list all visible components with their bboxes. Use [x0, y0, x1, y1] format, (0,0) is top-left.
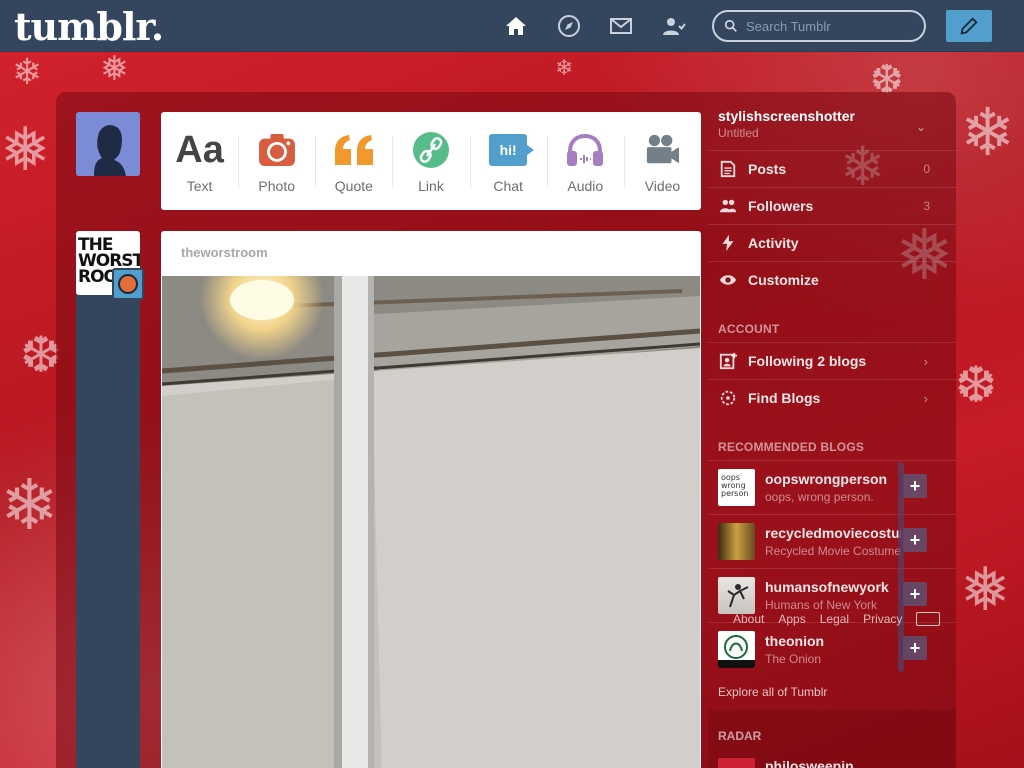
- sidebar-item-customize[interactable]: Customize: [708, 261, 956, 298]
- find-blogs-icon: [718, 388, 738, 408]
- snowflake-decoration: ❅: [0, 115, 51, 185]
- sidebar-blog-title: Untitled: [718, 126, 759, 140]
- footer-links: About Apps Legal Privacy: [733, 612, 902, 626]
- home-icon[interactable]: [503, 13, 529, 39]
- sidebar-scrollbar[interactable]: [898, 462, 904, 672]
- post-blog-name[interactable]: theworstroom: [161, 231, 701, 276]
- post-photo[interactable]: [162, 276, 700, 768]
- radar-blog-name[interactable]: philosweepin: [765, 758, 854, 768]
- recommended-blog[interactable]: recycledmoviecostumes Recycled Movie Cos…: [708, 514, 956, 568]
- following-icon: [718, 351, 738, 371]
- snowflake-decoration: ❆: [955, 356, 997, 414]
- post-type-quote[interactable]: Quote: [315, 112, 392, 210]
- post-type-video[interactable]: Video: [623, 112, 701, 210]
- explore-link[interactable]: Explore all of Tumblr: [718, 685, 827, 699]
- post-avatar-column: [76, 231, 140, 768]
- recommended-blog-avatar: [718, 523, 755, 560]
- messages-envelope-icon[interactable]: [608, 13, 634, 39]
- link-icon: [412, 128, 449, 172]
- sidebar-item-activity[interactable]: Activity: [708, 224, 956, 261]
- account-heading: ACCOUNT: [718, 322, 780, 336]
- recommended-blog[interactable]: oops wrong person oopswrongperson oops, wr…: [708, 460, 956, 514]
- camera-icon: [258, 128, 296, 172]
- pencil-icon: [960, 17, 978, 35]
- followers-icon: [718, 196, 738, 216]
- post-type-chat[interactable]: hi! Chat: [469, 112, 547, 210]
- customize-eye-icon: [718, 270, 738, 290]
- follow-plus-button[interactable]: +: [903, 528, 927, 552]
- quote-icon: [333, 128, 375, 172]
- sidebar-blog-name[interactable]: stylishscreenshotter: [718, 108, 855, 124]
- snowflake-decoration: ❅: [960, 555, 1011, 625]
- post-type-text[interactable]: Aa Text: [161, 112, 238, 210]
- sidebar-item-followers[interactable]: Followers 3: [708, 187, 956, 224]
- explore-compass-icon[interactable]: [556, 13, 582, 39]
- snowflake-decoration: ❄: [960, 94, 1016, 171]
- reblog-source-avatar[interactable]: [112, 268, 144, 300]
- sidebar-item-posts[interactable]: Posts 0: [708, 150, 956, 187]
- basketball-icon: [118, 274, 138, 294]
- footer-link-privacy[interactable]: Privacy: [863, 612, 902, 626]
- recommended-blog-avatar: [718, 631, 755, 668]
- recommended-blog[interactable]: theonion The Onion +: [708, 622, 956, 676]
- chevron-right-icon: ›: [923, 390, 928, 406]
- post-type-bar: Aa Text Photo Quote Link hi! Chat Audio …: [161, 112, 701, 210]
- recommended-blog-avatar: [718, 577, 755, 614]
- sidebar-item-following[interactable]: Following 2 blogs ›: [708, 342, 956, 379]
- compose-button[interactable]: [946, 10, 992, 42]
- posts-icon: [718, 159, 738, 179]
- snowflake-decoration: ❄: [12, 52, 43, 93]
- chat-icon: hi!: [489, 128, 535, 172]
- snowflake-decoration: ❅: [100, 49, 129, 89]
- text-aa-icon: Aa: [175, 128, 224, 171]
- tumblr-logo[interactable]: tumblr.: [14, 4, 164, 49]
- dashboard-post: theworstroom: [161, 231, 701, 768]
- user-avatar[interactable]: [76, 112, 140, 176]
- sidebar-item-find-blogs[interactable]: Find Blogs ›: [708, 379, 956, 416]
- snowflake-decoration: ❄: [555, 56, 574, 81]
- post-type-photo[interactable]: Photo: [238, 112, 315, 210]
- activity-bolt-icon: [718, 233, 738, 253]
- follow-plus-button[interactable]: +: [903, 474, 927, 498]
- radar-heading: RADAR: [718, 729, 762, 743]
- chevron-down-icon[interactable]: ⌄: [916, 120, 926, 134]
- post-type-link[interactable]: Link: [392, 112, 469, 210]
- radar-blog-avatar[interactable]: [718, 758, 755, 768]
- search-input[interactable]: [746, 18, 916, 34]
- snowflake-decoration: ❄: [0, 464, 59, 546]
- follow-plus-button[interactable]: +: [903, 582, 927, 606]
- footer-link-apps[interactable]: Apps: [778, 612, 805, 626]
- video-camera-icon: [643, 128, 681, 172]
- recommended-heading: RECOMMENDED BLOGS: [718, 440, 865, 454]
- recommended-blog-avatar: oops wrong person: [718, 469, 755, 506]
- footer-link-legal[interactable]: Legal: [820, 612, 849, 626]
- chevron-right-icon: ›: [923, 353, 928, 369]
- headphones-icon: [565, 128, 605, 172]
- post-type-audio[interactable]: Audio: [546, 112, 624, 210]
- follow-plus-button[interactable]: +: [903, 636, 927, 660]
- keyboard-shortcuts-icon[interactable]: [916, 612, 940, 626]
- search-icon: [724, 19, 737, 32]
- account-person-icon[interactable]: [661, 13, 687, 39]
- search-box[interactable]: [712, 10, 926, 42]
- post-image: [162, 276, 700, 768]
- footer-link-about[interactable]: About: [733, 612, 764, 626]
- top-navigation-bar: tumblr.: [0, 0, 1024, 52]
